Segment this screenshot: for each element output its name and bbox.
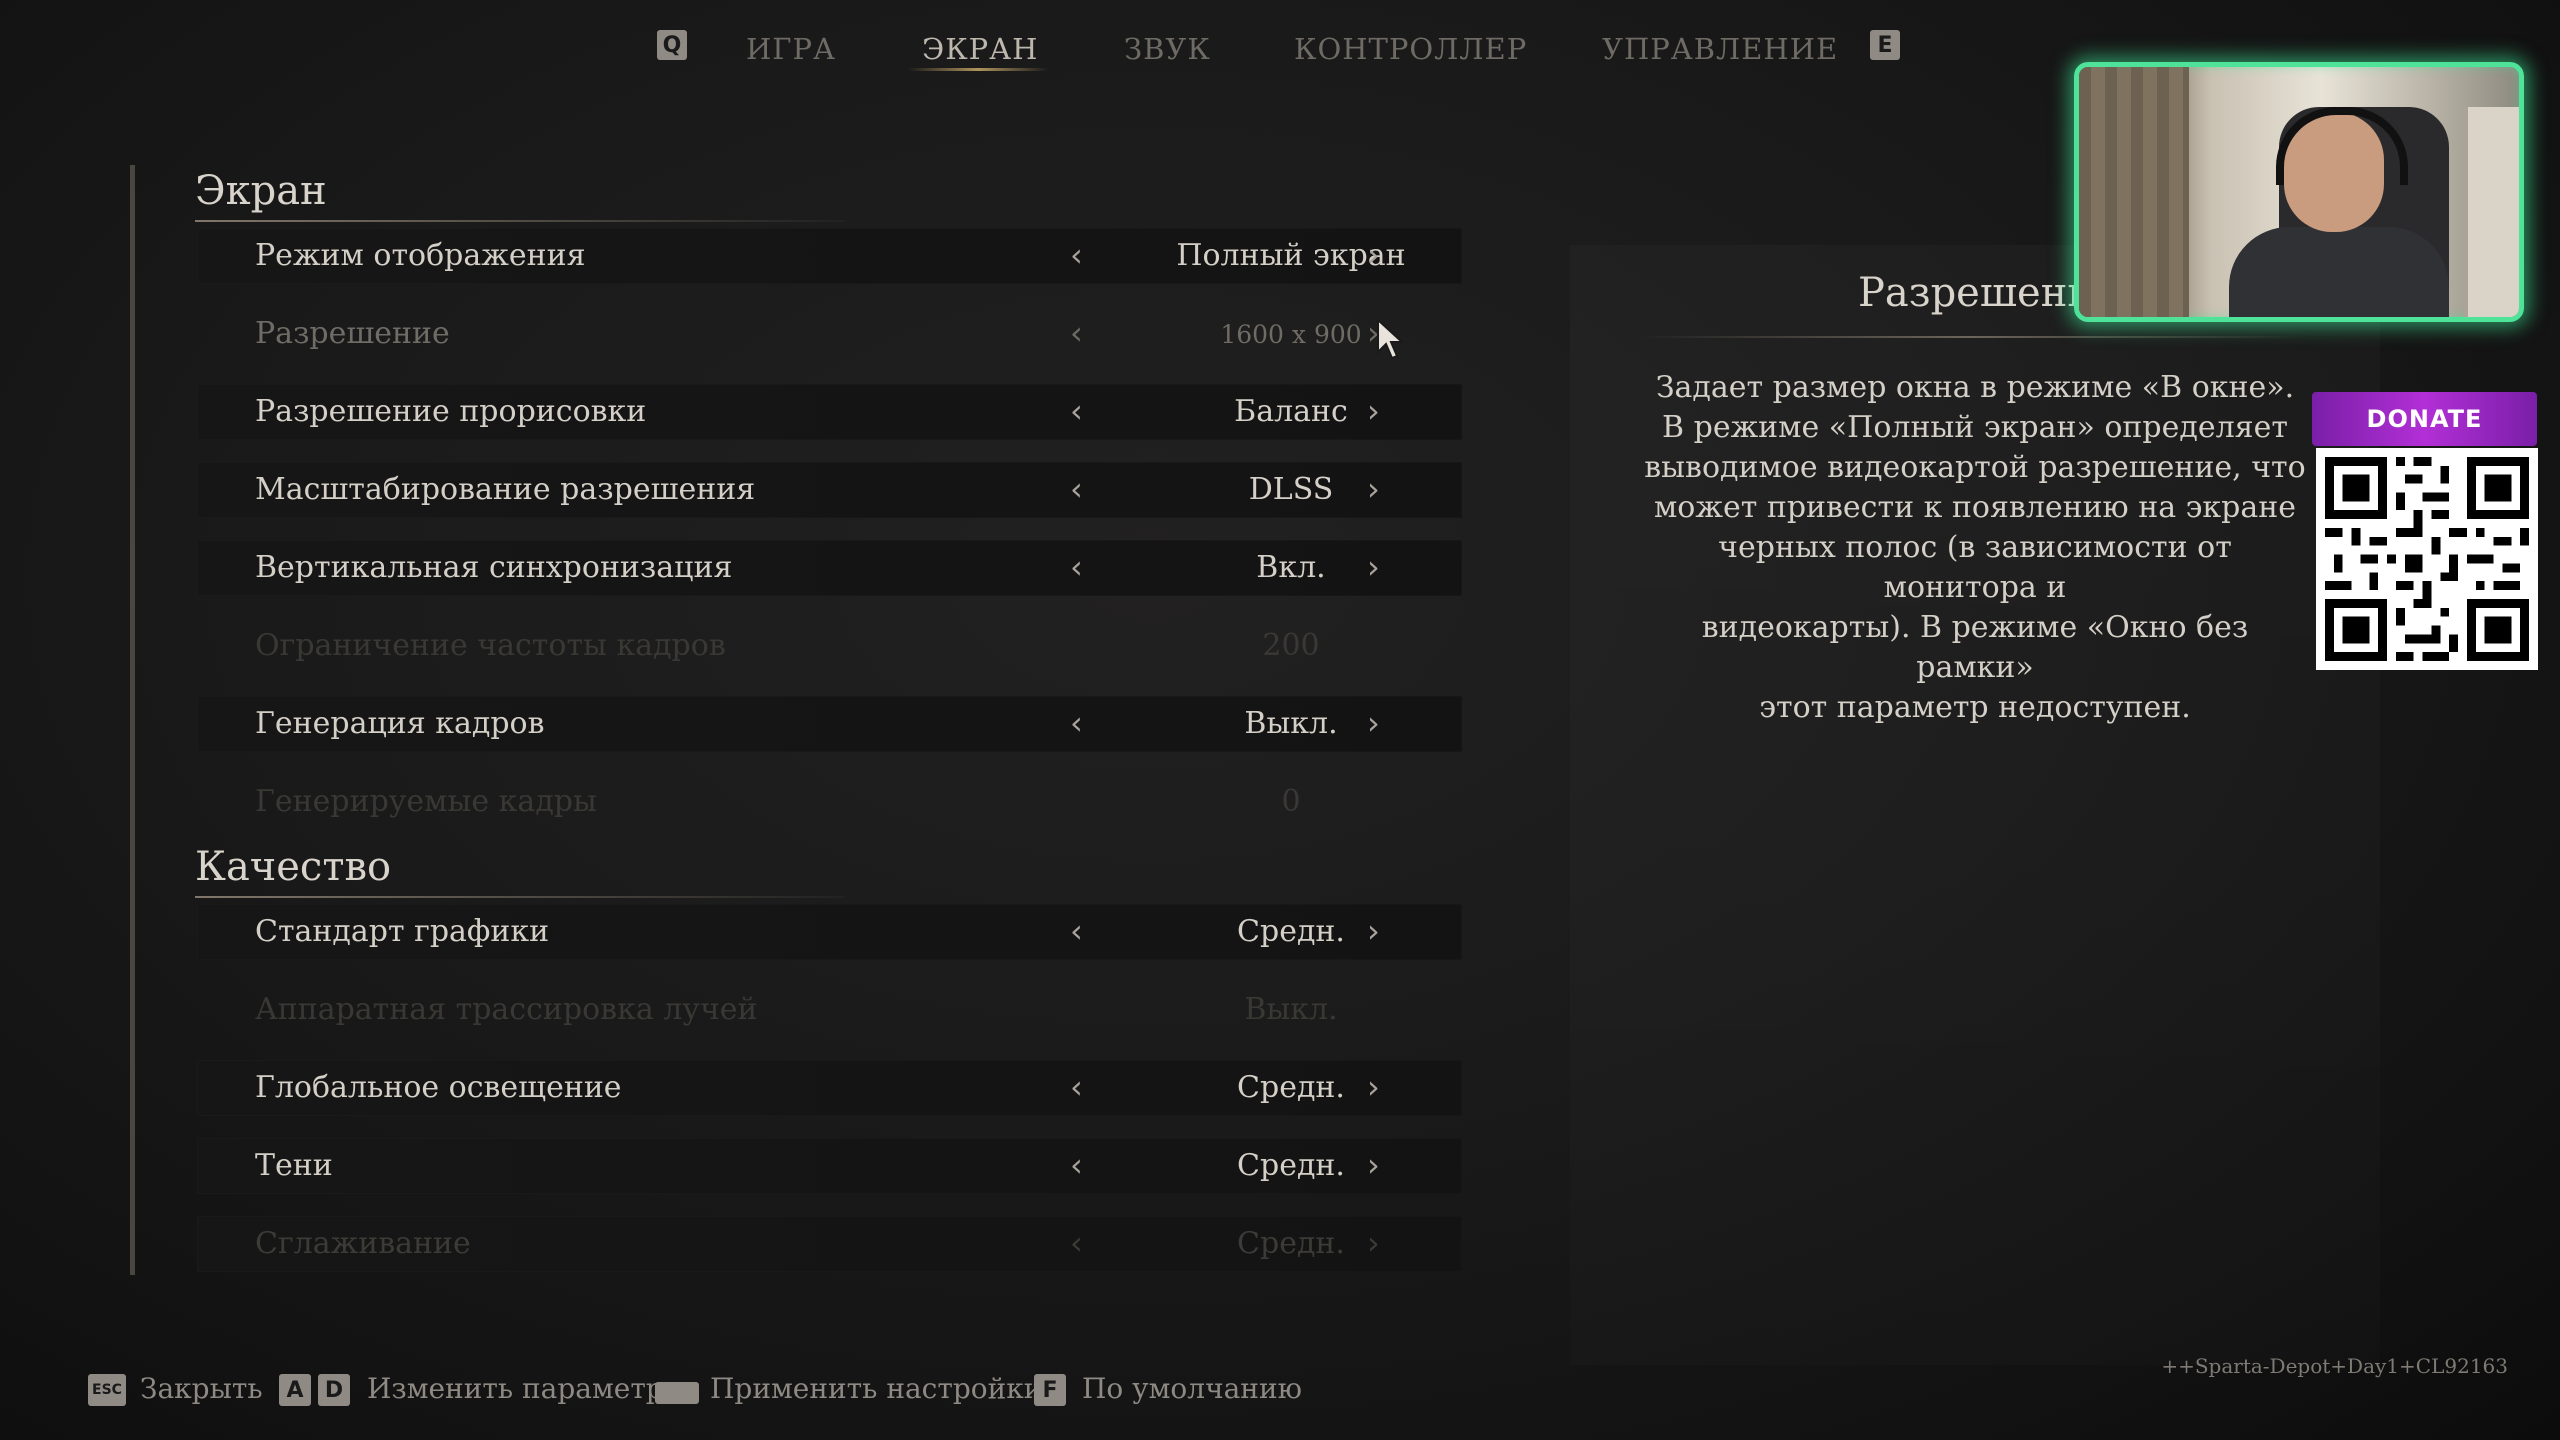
setting-label: Глобальное освещение	[255, 1070, 622, 1105]
setting-label: Тени	[255, 1148, 333, 1183]
description-line: видеокарты). В режиме «Окно без рамки»	[1701, 610, 2249, 685]
hint-apply-label[interactable]: Применить настройки	[710, 1372, 1042, 1405]
setting-row-framerate-limit: Ограничение частоты кадров 200	[197, 618, 1462, 674]
setting-value: Выкл.	[1244, 706, 1338, 741]
setting-row-render-resolution[interactable]: Разрешение прорисовки ‹ Баланс ›	[197, 384, 1462, 440]
setting-value: Средн.	[1237, 914, 1345, 949]
setting-row-generated-frames: Генерируемые кадры 0	[197, 774, 1462, 830]
setting-label: Сглаживание	[255, 1226, 471, 1261]
chevron-right-icon[interactable]: ›	[1367, 392, 1380, 430]
setting-label: Генерация кадров	[255, 706, 545, 741]
description-line: черных полос (в зависимости от монитора …	[1718, 530, 2232, 605]
setting-row-display-mode[interactable]: Режим отображения ‹ Полный экран ›	[197, 228, 1462, 284]
setting-row-hardware-raytracing: Аппаратная трассировка лучей Выкл.	[197, 982, 1462, 1038]
setting-row-antialiasing[interactable]: Сглаживание ‹ Средн. ›	[197, 1216, 1462, 1272]
hint-default-label[interactable]: По умолчанию	[1082, 1372, 1302, 1405]
description-divider	[1640, 336, 2300, 338]
chevron-left-icon[interactable]: ‹	[1070, 1224, 1083, 1262]
setting-row-resolution-scaling[interactable]: Масштабирование разрешения ‹ DLSS ›	[197, 462, 1462, 518]
description-line: этот параметр недоступен.	[1759, 690, 2191, 725]
chevron-right-icon[interactable]: ›	[1367, 1146, 1380, 1184]
setting-value: Вкл.	[1256, 550, 1326, 585]
chevron-right-icon[interactable]: ›	[1367, 912, 1380, 950]
section-divider	[195, 220, 845, 222]
webcam-overlay	[2074, 62, 2524, 322]
chevron-right-icon[interactable]: ›	[1367, 704, 1380, 742]
description-line: В режиме «Полный экран» определяет	[1662, 410, 2288, 445]
setting-label: Вертикальная синхронизация	[255, 550, 733, 585]
chevron-right-icon[interactable]: ›	[1367, 236, 1380, 274]
description-line: выводимое видеокартой разрешение, что	[1644, 450, 2306, 485]
section-title-screen: Экран	[195, 168, 327, 214]
setting-value: 0	[1281, 784, 1301, 819]
setting-label: Стандарт графики	[255, 914, 550, 949]
key-hint-esc[interactable]: ESC	[88, 1374, 126, 1406]
key-hint-f[interactable]: F	[1034, 1374, 1066, 1406]
qr-code-icon	[2316, 448, 2538, 670]
hint-close-label[interactable]: Закрыть	[140, 1372, 263, 1405]
chevron-left-icon[interactable]: ‹	[1070, 912, 1083, 950]
setting-value: Выкл.	[1244, 992, 1338, 1027]
setting-row-frame-generation[interactable]: Генерация кадров ‹ Выкл. ›	[197, 696, 1462, 752]
tab-screen[interactable]: ЭКРАН	[922, 32, 1038, 66]
setting-row-resolution[interactable]: Разрешение ‹ 1600 x 900 ›	[197, 306, 1462, 362]
spacebar-key-icon[interactable]	[655, 1382, 699, 1404]
setting-row-global-illumination[interactable]: Глобальное освещение ‹ Средн. ›	[197, 1060, 1462, 1116]
mouse-cursor-icon	[1377, 318, 1405, 360]
chevron-left-icon[interactable]: ‹	[1070, 548, 1083, 586]
chevron-left-icon[interactable]: ‹	[1070, 314, 1083, 352]
setting-value: Полный экран	[1176, 238, 1406, 273]
setting-value: Средн.	[1237, 1226, 1345, 1261]
setting-value: Средн.	[1237, 1148, 1345, 1183]
qr-code	[2316, 448, 2538, 670]
key-hint-d[interactable]: D	[318, 1374, 350, 1406]
chevron-left-icon[interactable]: ‹	[1070, 470, 1083, 508]
build-version: ++Sparta-Depot+Day1+CL92163	[2161, 1354, 2508, 1378]
chevron-left-icon[interactable]: ‹	[1070, 392, 1083, 430]
key-hint-q[interactable]: Q	[657, 30, 687, 60]
setting-row-shadows[interactable]: Тени ‹ Средн. ›	[197, 1138, 1462, 1194]
tab-sound[interactable]: ЗВУК	[1124, 32, 1211, 66]
setting-label: Режим отображения	[255, 238, 586, 273]
setting-label: Ограничение частоты кадров	[255, 628, 726, 663]
chevron-left-icon[interactable]: ‹	[1070, 1146, 1083, 1184]
chevron-right-icon[interactable]: ›	[1367, 470, 1380, 508]
chevron-left-icon[interactable]: ‹	[1070, 704, 1083, 742]
setting-label: Аппаратная трассировка лучей	[255, 992, 758, 1027]
webcam-streamer-body	[2229, 227, 2449, 317]
description-line: может привести к появлению на экране	[1653, 490, 2297, 525]
setting-value: 1600 x 900	[1220, 320, 1362, 349]
chevron-left-icon[interactable]: ‹	[1070, 1068, 1083, 1106]
scroll-rail[interactable]	[130, 165, 135, 1275]
setting-value: 200	[1262, 628, 1320, 663]
key-hint-e[interactable]: E	[1870, 30, 1900, 60]
setting-label: Разрешение	[255, 316, 450, 351]
setting-value: DLSS	[1248, 472, 1334, 507]
tab-controller[interactable]: КОНТРОЛЛЕР	[1294, 32, 1527, 66]
chevron-left-icon[interactable]: ‹	[1070, 236, 1083, 274]
setting-value: Баланс	[1234, 394, 1348, 429]
webcam-background	[2079, 67, 2189, 317]
chevron-right-icon[interactable]: ›	[1367, 548, 1380, 586]
chevron-right-icon[interactable]: ›	[1367, 1068, 1380, 1106]
section-divider	[195, 896, 845, 898]
tab-controls[interactable]: УПРАВЛЕНИЕ	[1602, 32, 1838, 66]
section-title-quality: Качество	[195, 844, 392, 890]
setting-label: Генерируемые кадры	[255, 784, 597, 819]
tab-game[interactable]: ИГРА	[746, 32, 836, 66]
donate-banner: DONATE	[2312, 392, 2537, 446]
setting-value: Средн.	[1237, 1070, 1345, 1105]
setting-row-vsync[interactable]: Вертикальная синхронизация ‹ Вкл. ›	[197, 540, 1462, 596]
setting-label: Разрешение прорисовки	[255, 394, 647, 429]
setting-row-graphics-preset[interactable]: Стандарт графики ‹ Средн. ›	[197, 904, 1462, 960]
active-tab-underline	[908, 68, 1048, 71]
hint-change-label[interactable]: Изменить параметр	[367, 1372, 664, 1405]
chevron-right-icon[interactable]: ›	[1367, 1224, 1380, 1262]
setting-label: Масштабирование разрешения	[255, 472, 756, 507]
webcam-door	[2464, 107, 2519, 317]
description-text: Задает размер окна в режиме «В окне». В …	[1640, 368, 2310, 728]
description-line: Задает размер окна в режиме «В окне».	[1655, 370, 2295, 405]
key-hint-a[interactable]: A	[279, 1374, 311, 1406]
